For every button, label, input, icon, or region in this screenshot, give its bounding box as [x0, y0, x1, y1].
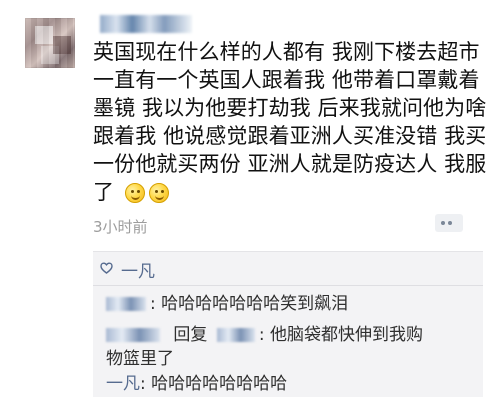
post-line-6: 了: [93, 178, 483, 206]
blurred-reply-target-name[interactable]: [216, 328, 255, 342]
reply-label: 回复: [173, 325, 208, 345]
comment-colon: :: [140, 374, 146, 394]
comment-item: 回复 : 他脑袋都快伸到我购: [106, 323, 423, 347]
comment-box: 一凡 : 哈哈哈哈哈哈哈笑到飙泪 回复 : 他脑袋都快伸到我购 物篮里了 一凡:…: [93, 251, 483, 397]
comment-item: 一凡: 哈哈哈哈哈哈哈哈: [106, 372, 287, 396]
comment-colon: :: [150, 294, 156, 314]
blurred-username[interactable]: [100, 15, 192, 33]
commenter-name[interactable]: 一凡: [106, 374, 140, 394]
smiling-face-icon: [148, 183, 169, 203]
comment-text: 哈哈哈哈哈哈哈笑到飙泪: [161, 294, 349, 314]
blurred-commenter-name[interactable]: [106, 297, 146, 311]
blurred-commenter-name[interactable]: [106, 328, 160, 342]
likes-row: 一凡: [93, 252, 483, 286]
post-line-3: 墨镜 我以为他要打劫我 后来我就问他为啥: [93, 96, 487, 120]
more-actions-icon[interactable]: [435, 214, 463, 232]
comment-item: : 哈哈哈哈哈哈哈笑到飙泪: [106, 292, 348, 316]
comment-continuation: 物篮里了: [106, 349, 174, 369]
post-text: 英国现在什么样的人都有 我刚下楼去超市 一直有一个英国人跟着我 他带着口罩戴着 …: [93, 38, 487, 206]
timestamp: 3小时前: [93, 218, 148, 236]
like-user-name[interactable]: 一凡: [121, 257, 155, 282]
comment-text: 他脑袋都快伸到我购: [269, 325, 423, 345]
comment-text: 哈哈哈哈哈哈哈哈: [151, 374, 288, 394]
emoji-group: [124, 183, 169, 203]
post-line-1: 英国现在什么样的人都有 我刚下楼去超市: [93, 40, 480, 64]
post-line-4: 跟着我 他说感觉跟着亚洲人买准没错 我买: [93, 124, 487, 148]
moments-post-screenshot: 英国现在什么样的人都有 我刚下楼去超市 一直有一个英国人跟着我 他带着口罩戴着 …: [0, 0, 500, 407]
heart-outline-icon: [100, 262, 113, 274]
post-line-5: 一份他就买两份 亚洲人就是防疫达人 我服: [93, 152, 487, 176]
post-line-2: 一直有一个英国人跟着我 他带着口罩戴着: [93, 68, 480, 92]
post-line-6-text: 了: [93, 180, 115, 204]
comment-colon: :: [258, 325, 265, 345]
smiling-face-icon: [124, 183, 145, 203]
avatar[interactable]: [25, 18, 75, 68]
